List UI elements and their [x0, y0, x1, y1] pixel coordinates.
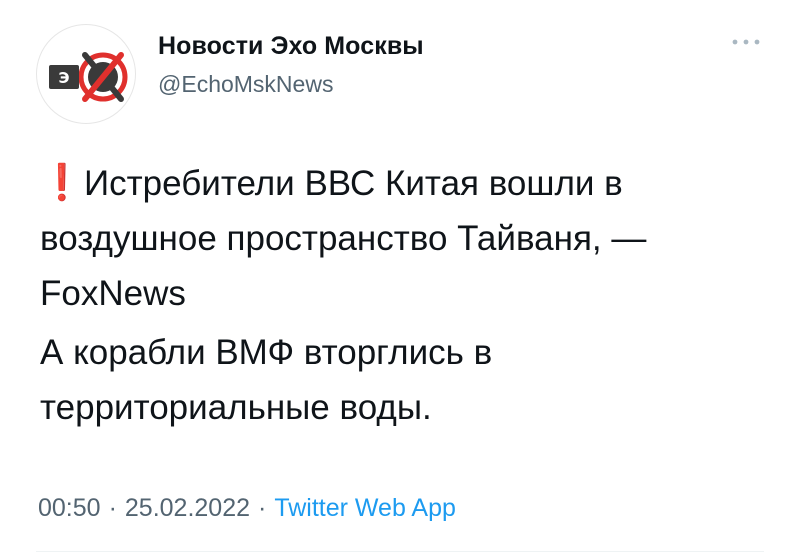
- avatar[interactable]: Э: [36, 24, 136, 124]
- svg-text:Э: Э: [58, 69, 69, 87]
- meta-separator: ·: [108, 494, 117, 522]
- more-dots-icon: [732, 39, 760, 45]
- divider: [36, 551, 764, 552]
- tweet-card: Э Новости Эхо Москвы @EchoMskNews ❗Истре…: [0, 0, 800, 556]
- tweet-date[interactable]: 25.02.2022: [125, 494, 250, 522]
- tweet-paragraph-1-text: Истребители ВВС Китая вошли в воздушное …: [40, 164, 647, 313]
- tweet-paragraph-1: ❗Истребители ВВС Китая вошли в воздушное…: [40, 156, 770, 321]
- tweet-source-link[interactable]: Twitter Web App: [274, 494, 456, 522]
- author-handle[interactable]: @EchoMskNews: [158, 71, 333, 98]
- meta-separator: ·: [258, 494, 267, 522]
- exclamation-emoji-icon: ❗: [40, 163, 84, 202]
- author-display-name[interactable]: Новости Эхо Москвы: [158, 32, 424, 61]
- echo-moskvy-logo-icon: Э: [49, 52, 128, 102]
- tweet-text: ❗Истребители ВВС Китая вошли в воздушное…: [40, 156, 770, 435]
- more-button[interactable]: [728, 30, 764, 54]
- tweet-paragraph-2: А корабли ВМФ вторглись в территориальны…: [40, 333, 493, 427]
- tweet-time[interactable]: 00:50: [38, 494, 101, 522]
- tweet-meta: 00:50 · 25.02.2022 · Twitter Web App: [38, 494, 456, 523]
